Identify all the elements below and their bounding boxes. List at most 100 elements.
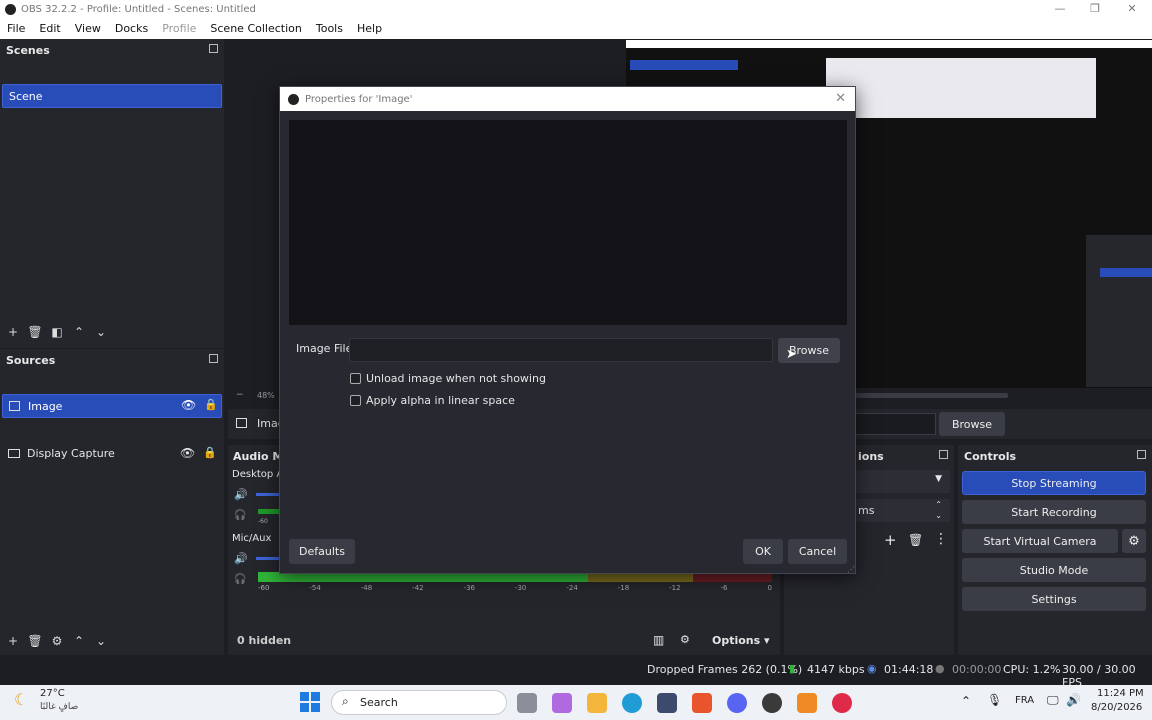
lock-icon[interactable]: 🔒 (203, 446, 217, 459)
menu-file[interactable]: File (0, 22, 32, 35)
duration-unit: ms (858, 504, 875, 517)
fl-studio-icon[interactable] (797, 693, 817, 713)
close-button[interactable]: ✕ (1114, 0, 1150, 18)
status-bar: Dropped Frames 262 (0.1%) ▮ 4147 kbps ◉ … (0, 657, 1152, 689)
discord-icon[interactable] (727, 693, 747, 713)
eye-icon[interactable]: 👁 (181, 398, 196, 412)
minimize-button[interactable]: — (1042, 0, 1078, 18)
zoom-level: 48% (257, 391, 275, 400)
network-icon[interactable]: 🖵 (1047, 693, 1059, 708)
lock-icon[interactable]: 🔒 (204, 398, 218, 411)
brave-icon[interactable] (692, 693, 712, 713)
scenes-dock: Scenes Scene + 🗑 ◧ ⌃ ⌄ (0, 39, 224, 348)
more-icon[interactable]: ⋮ (934, 531, 948, 547)
menu-docks[interactable]: Docks (108, 22, 155, 35)
signal-icon: ▮ (789, 662, 796, 675)
arrow-up-icon[interactable]: ⌃ (68, 634, 90, 648)
filter-icon[interactable]: ◧ (46, 325, 68, 339)
ok-button[interactable]: OK (743, 539, 783, 564)
start-virtual-camera-button[interactable]: Start Virtual Camera (962, 529, 1118, 553)
stepper-icon[interactable]: ⌃ ⌄ (935, 499, 942, 521)
maximize-button[interactable]: ❐ (1077, 0, 1113, 18)
settings-button[interactable]: Settings (962, 587, 1146, 611)
headphones-icon[interactable]: 🎧 (234, 510, 246, 521)
zoom-minus[interactable]: − (236, 390, 244, 400)
virtual-camera-gear-icon[interactable]: ⚙ (1122, 529, 1146, 553)
apply-alpha-option[interactable]: Apply alpha in linear space (350, 394, 515, 407)
menu-tools[interactable]: Tools (309, 22, 350, 35)
cancel-button[interactable]: Cancel (788, 539, 847, 564)
menu-edit[interactable]: Edit (32, 22, 67, 35)
task-view-icon[interactable] (517, 693, 537, 713)
cpu-usage: CPU: 1.2% (1003, 663, 1061, 676)
source-browse-button[interactable]: Browse (939, 412, 1005, 436)
add-icon[interactable]: + (2, 325, 24, 339)
bitrate: 4147 kbps (807, 663, 865, 676)
alpha-checkbox[interactable] (350, 395, 361, 406)
unload-checkbox[interactable] (350, 373, 361, 384)
m365-icon[interactable] (552, 693, 572, 713)
image-file-label: Image File (296, 342, 353, 355)
desktop-volume-slider[interactable] (256, 493, 280, 496)
undock-icon[interactable] (939, 450, 948, 459)
menu-view[interactable]: View (68, 22, 108, 35)
headphones-icon[interactable]: 🎧 (234, 574, 246, 585)
scene-label: Scene (9, 89, 43, 103)
source-item-display-capture[interactable]: Display Capture 👁 🔒 (2, 442, 222, 465)
arrow-down-icon[interactable]: ⌄ (90, 325, 112, 339)
unload-image-option[interactable]: Unload image when not showing (350, 372, 546, 385)
language-indicator[interactable]: FRA (1015, 695, 1034, 706)
undock-icon[interactable] (209, 354, 218, 363)
menu-scene-collection[interactable]: Scene Collection (203, 22, 308, 35)
trash-icon[interactable]: 🗑 (908, 533, 923, 547)
menu-help[interactable]: Help (350, 22, 389, 35)
chevron-up-icon[interactable]: ⌃ (961, 694, 971, 708)
eye-icon[interactable]: 👁 (180, 446, 195, 460)
title-bar: OBS 32.2.2 - Profile: Untitled - Scenes:… (0, 0, 1152, 18)
add-icon[interactable]: + (2, 634, 24, 648)
defaults-button[interactable]: Defaults (289, 539, 355, 564)
stop-streaming-button[interactable]: Stop Streaming (962, 471, 1146, 495)
microphone-icon[interactable]: 🎙 (987, 693, 1002, 707)
taskbar-search[interactable]: ⌕ Search (331, 690, 507, 715)
media-player-icon[interactable] (832, 693, 852, 713)
trash-icon[interactable]: 🗑 (24, 634, 46, 648)
options-menu[interactable]: Options ▾ (712, 634, 770, 647)
speaker-icon[interactable]: 🔊 (234, 488, 248, 501)
studio-mode-button[interactable]: Studio Mode (962, 558, 1146, 582)
mic-volume-slider[interactable] (256, 557, 280, 560)
source-path-field[interactable] (848, 413, 936, 435)
undock-icon[interactable] (1137, 450, 1146, 459)
layout-icon[interactable]: ▥ (653, 633, 664, 647)
duration-field[interactable]: ms ⌃ ⌄ (854, 499, 950, 522)
file-explorer-icon[interactable] (587, 693, 607, 713)
dialog-preview (289, 120, 847, 325)
source-item-image[interactable]: Image 👁 🔒 (2, 394, 222, 418)
add-icon[interactable]: + (884, 531, 897, 549)
store-icon[interactable] (657, 693, 677, 713)
edge-icon[interactable] (622, 693, 642, 713)
undock-icon[interactable] (209, 44, 218, 53)
trash-icon[interactable]: 🗑 (24, 325, 46, 339)
start-recording-button[interactable]: Start Recording (962, 500, 1146, 524)
transition-select[interactable]: ▼ (854, 470, 950, 493)
search-icon: ⌕ (342, 694, 349, 708)
streaming-icon: ◉ (867, 662, 877, 675)
resize-grip-icon[interactable]: ⋰ (847, 565, 855, 574)
gear-icon[interactable]: ⚙ (46, 634, 68, 648)
arrow-up-icon[interactable]: ⌃ (68, 325, 90, 339)
hidden-count: 0 hidden (237, 634, 292, 647)
obs-taskbar-icon[interactable] (762, 693, 782, 713)
speaker-icon[interactable]: 🔊 (234, 552, 248, 565)
image-file-field[interactable] (349, 338, 773, 362)
clock-date[interactable]: 8/20/2026 (1091, 702, 1142, 713)
arrow-down-icon[interactable]: ⌄ (90, 634, 112, 648)
close-icon[interactable]: ✕ (835, 91, 846, 106)
volume-icon[interactable]: 🔊 (1066, 693, 1081, 707)
scene-item-scene[interactable]: Scene (2, 84, 222, 108)
mixer-settings-icon[interactable]: ⚙ (680, 633, 690, 646)
dialog-title-bar: Properties for 'Image' ✕ (280, 87, 855, 111)
windows-start-icon[interactable] (300, 692, 320, 712)
menu-profile[interactable]: Profile (155, 22, 203, 35)
clock-time[interactable]: 11:24 PM (1097, 688, 1144, 699)
